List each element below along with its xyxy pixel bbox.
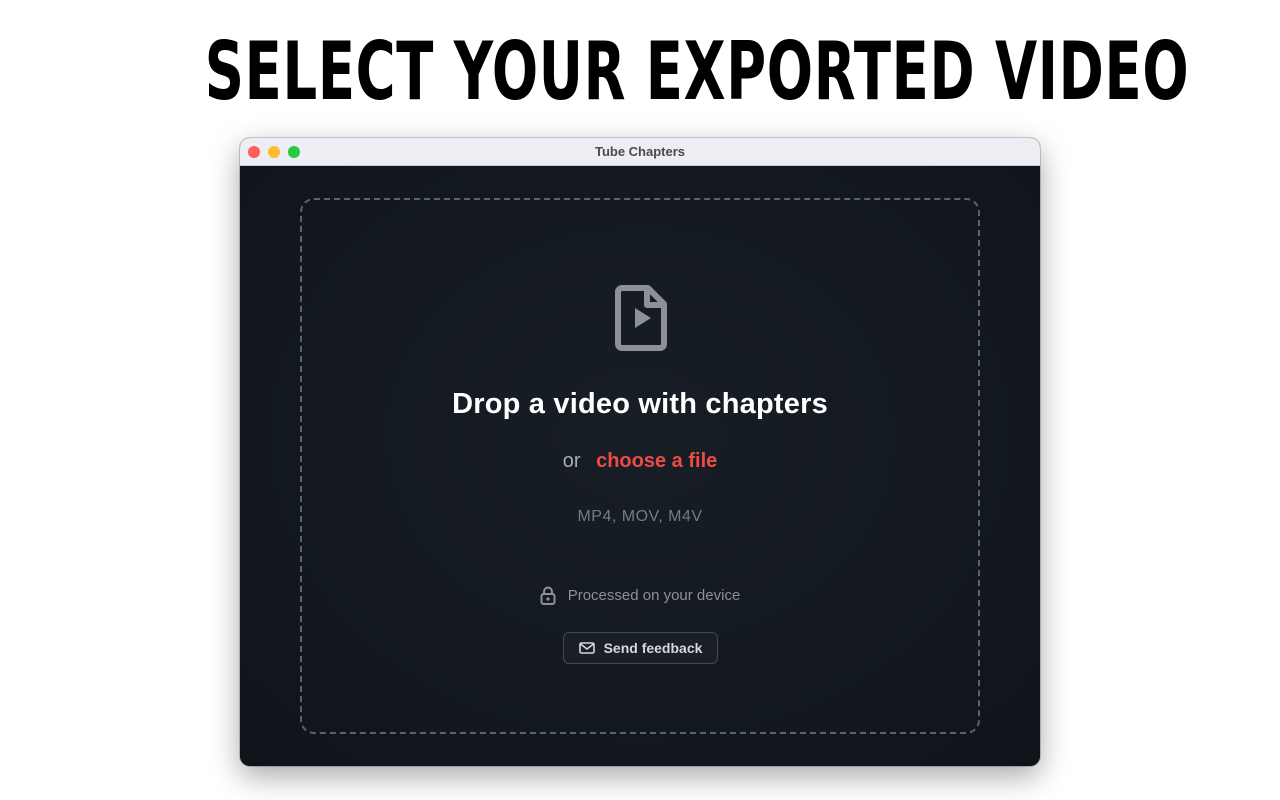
send-feedback-label: Send feedback [603,640,703,656]
choose-file-row: or choose a file [302,450,978,473]
privacy-text: Processed on your device [567,587,741,604]
privacy-note: Processed on your device [302,586,978,605]
choose-file-link[interactable]: choose a file [596,450,717,472]
supported-formats: MP4, MOV, M4V [577,508,703,525]
window-title: Tube Chapters [594,144,686,159]
send-feedback-button[interactable]: Send feedback [563,632,718,664]
window-content: Drop a video with chapters or choose a f… [240,166,1040,766]
app-window: Tube Chapters Drop a video with chapters… [240,138,1040,766]
page-headline: SELECT YOUR EXPORTED VIDEO [204,25,1190,118]
or-label: or [562,450,581,472]
window-titlebar[interactable]: Tube Chapters [240,138,1040,166]
dropzone-title: Drop a video with chapters [452,388,828,420]
page: SELECT YOUR EXPORTED VIDEO Tube Chapters… [0,0,1280,800]
video-file-icon [615,285,667,351]
video-dropzone[interactable]: Drop a video with chapters or choose a f… [300,198,980,734]
lock-icon [540,586,556,605]
mail-icon [578,642,595,654]
